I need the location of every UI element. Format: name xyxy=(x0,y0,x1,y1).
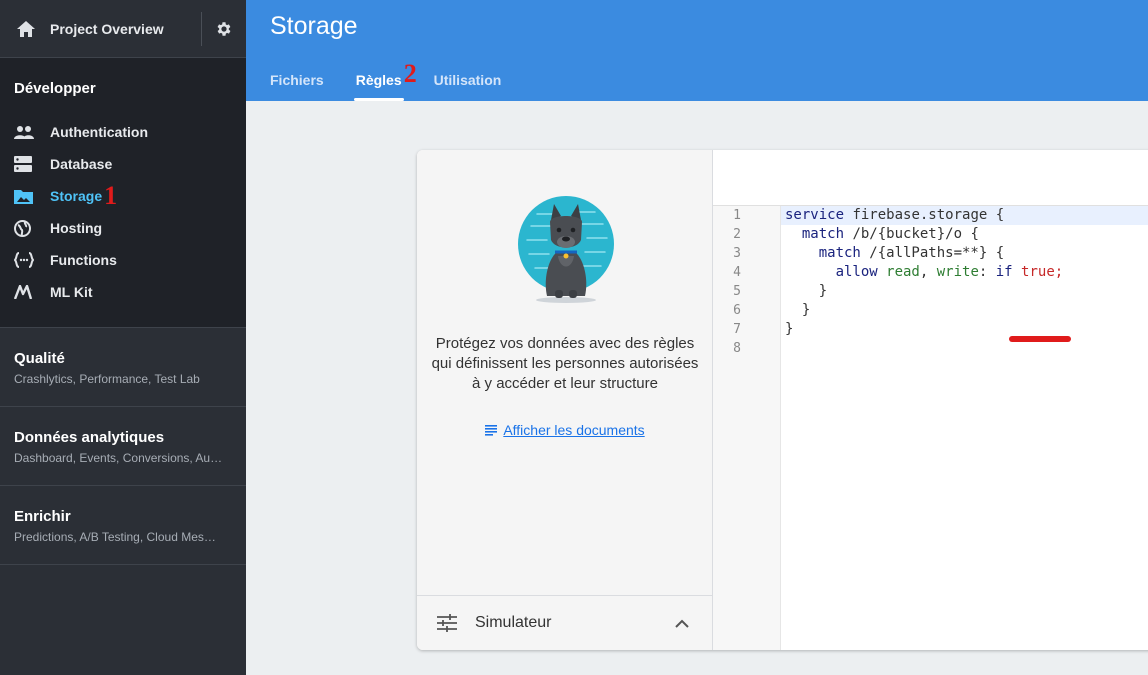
line-number: 2 xyxy=(733,227,741,242)
red-underline-annotation xyxy=(1009,336,1071,342)
tune-icon xyxy=(437,614,457,632)
section-quality[interactable]: Qualité Crashlytics, Performance, Test L… xyxy=(0,328,246,407)
docs-link-label: Afficher les documents xyxy=(503,422,645,438)
sidebar-item-hosting[interactable]: Hosting xyxy=(0,212,246,244)
rules-card: Protégez vos données avec des règles qui… xyxy=(417,150,1148,650)
section-subtitle: Crashlytics, Performance, Test Lab xyxy=(14,372,200,386)
code-line: allow read, write: if true; xyxy=(785,264,1064,280)
list-icon xyxy=(485,424,498,436)
chevron-up-icon[interactable] xyxy=(675,619,689,628)
tab-label: Règles xyxy=(355,72,402,88)
database-icon xyxy=(14,156,50,172)
section-analytics[interactable]: Données analytiques Dashboard, Events, C… xyxy=(0,407,246,486)
code-line: match /b/{bucket}/o { xyxy=(785,226,979,242)
line-number: 8 xyxy=(733,341,741,356)
simulator-toggle[interactable]: Simulateur xyxy=(417,595,713,650)
tab-rules[interactable]: Règles 2 xyxy=(353,61,417,101)
section-subtitle: Predictions, A/B Testing, Cloud Mes… xyxy=(14,530,216,544)
line-gutter: 1 2 3 4 5 6 7 8 xyxy=(713,206,781,650)
simulator-label: Simulateur xyxy=(475,614,552,631)
functions-icon xyxy=(14,252,50,268)
sidebar-item-storage[interactable]: Storage 1 xyxy=(0,180,246,212)
sidebar-item-ml-kit[interactable]: ML Kit xyxy=(0,276,246,308)
section-title: Qualité xyxy=(14,350,65,367)
code-line: } xyxy=(785,302,811,318)
people-icon xyxy=(14,125,50,139)
rules-editor-panel: 1 2 3 4 5 6 7 8 service firebase.storage… xyxy=(713,150,1148,650)
sidebar-item-label: Authentication xyxy=(50,124,148,140)
sidebar-item-label: Database xyxy=(50,156,113,172)
section-subtitle: Dashboard, Events, Conversions, Au… xyxy=(14,451,223,465)
docs-link[interactable]: Afficher les documents xyxy=(417,422,713,438)
code-lines: service firebase.storage { match /b/{buc… xyxy=(781,206,1148,358)
line-number: 6 xyxy=(733,303,741,318)
code-editor[interactable]: 1 2 3 4 5 6 7 8 service firebase.storage… xyxy=(713,206,1148,650)
sidebar-item-label: Hosting xyxy=(50,220,103,236)
sidebar-item-label: Storage xyxy=(50,188,103,204)
sidebar-item-functions[interactable]: Functions xyxy=(0,244,246,276)
code-line: } xyxy=(785,283,828,299)
annotation-number-2: 2 xyxy=(403,59,417,88)
rules-description: Protégez vos données avec des règles qui… xyxy=(431,335,699,392)
sidebar-item-authentication[interactable]: Authentication xyxy=(0,116,246,148)
develop-title: Développer xyxy=(14,80,96,97)
editor-toolbar xyxy=(713,150,1148,206)
info-panel: Protégez vos données avec des règles qui… xyxy=(417,150,713,650)
sidebar-item-database[interactable]: Database xyxy=(0,148,246,180)
code-line: match /{allPaths=**} { xyxy=(785,245,1005,261)
sidebar: Project Overview Développer Authenticati… xyxy=(0,0,246,675)
mlkit-icon xyxy=(14,285,50,299)
home-icon[interactable] xyxy=(0,20,50,37)
code-line: service firebase.storage { xyxy=(781,206,1148,225)
section-grow[interactable]: Enrichir Predictions, A/B Testing, Cloud… xyxy=(0,486,246,565)
annotation-number-1: 1 xyxy=(104,181,118,210)
dog-illustration xyxy=(518,196,614,303)
section-title: Enrichir xyxy=(14,508,71,525)
line-number: 3 xyxy=(733,246,741,261)
sidebar-item-label: Functions xyxy=(50,252,117,268)
code-line: } xyxy=(785,321,794,337)
tab-files[interactable]: Fichiers xyxy=(270,72,324,101)
section-title: Données analytiques xyxy=(14,429,165,446)
line-number: 1 xyxy=(733,208,741,223)
line-number: 7 xyxy=(733,322,741,337)
page-header: Storage Fichiers Règles 2 Utilisation xyxy=(246,0,1148,101)
folder-image-icon xyxy=(14,189,50,204)
project-overview-link[interactable]: Project Overview xyxy=(50,21,201,37)
globe-icon xyxy=(14,219,50,237)
project-bar: Project Overview xyxy=(0,0,246,58)
line-number: 4 xyxy=(733,265,741,280)
gear-icon[interactable] xyxy=(202,20,246,38)
sidebar-item-label: ML Kit xyxy=(50,284,93,300)
tab-bar: Fichiers Règles 2 Utilisation xyxy=(270,61,533,101)
line-number: 5 xyxy=(733,284,741,299)
tab-usage[interactable]: Utilisation xyxy=(434,72,502,101)
page-title: Storage xyxy=(270,12,358,40)
develop-section: Développer Authentication Database Stora… xyxy=(0,58,246,328)
